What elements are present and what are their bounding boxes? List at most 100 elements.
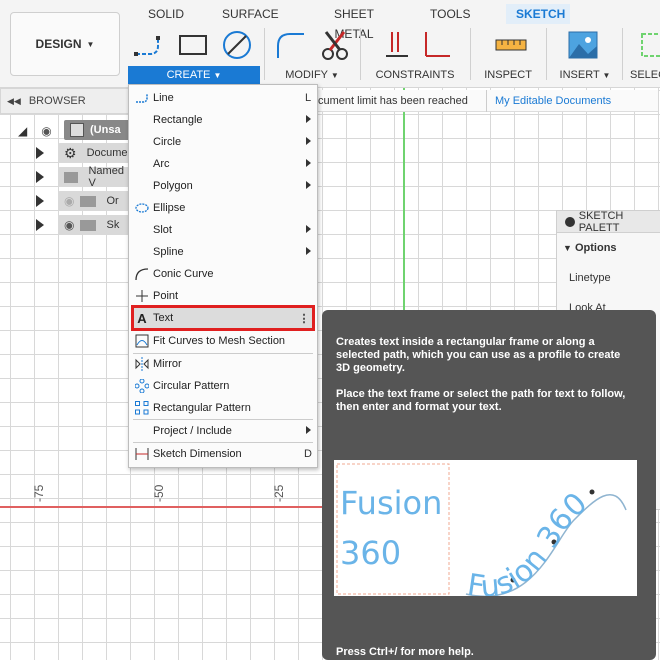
- expand-arrow-icon[interactable]: [36, 171, 44, 183]
- expand-down-icon[interactable]: ◢: [18, 124, 27, 138]
- perpendicular-constraint-icon[interactable]: [420, 28, 454, 62]
- separator: [622, 28, 623, 80]
- line-tool-icon[interactable]: [132, 28, 166, 62]
- menu-item-arc[interactable]: Arc: [129, 153, 317, 175]
- design-workspace-button[interactable]: DESIGN ▼: [10, 12, 120, 76]
- component-icon: [70, 123, 84, 137]
- select-menu-button[interactable]: SELEC: [630, 66, 660, 84]
- menu-item-polygon[interactable]: Polygon: [129, 175, 317, 197]
- separator: [264, 28, 265, 80]
- menu-item-conic-curve[interactable]: Conic Curve: [129, 263, 317, 285]
- browser-row[interactable]: [36, 214, 44, 236]
- coincident-constraint-icon[interactable]: [380, 28, 414, 62]
- gear-icon: ⚙: [64, 144, 77, 161]
- insert-menu-button[interactable]: INSERT ▼: [558, 66, 612, 84]
- browser-item-named-views[interactable]: Named V: [58, 165, 130, 189]
- visibility-eye-icon[interactable]: ◉: [41, 124, 51, 138]
- document-limit-notice: cument limit has been reached My Editabl…: [318, 89, 658, 112]
- menu-item-sketch-dimension[interactable]: Sketch Dimension D: [129, 443, 317, 465]
- sample-frame-text-line1: Fusion: [340, 484, 442, 522]
- insert-image-icon[interactable]: [566, 28, 600, 62]
- text-icon: A: [137, 310, 147, 326]
- tab-solid[interactable]: SOLID: [148, 4, 184, 24]
- ruler-label: -25: [272, 484, 286, 502]
- rectangular-pattern-icon: [135, 401, 149, 415]
- trim-scissors-icon[interactable]: [318, 28, 352, 62]
- text-sample-illustration: Fusion 360 Fusion 360: [336, 463, 627, 605]
- browser-item-sketches[interactable]: ◉ Sk: [58, 215, 130, 235]
- sketch-palette-header[interactable]: SKETCH PALETT: [557, 210, 660, 234]
- tab-tools[interactable]: TOOLS: [430, 4, 470, 24]
- browser-row[interactable]: [36, 166, 44, 188]
- tooltip-illustration: Fusion 360 Fusion 360: [334, 460, 637, 605]
- create-menu-button[interactable]: CREATE ▼: [128, 66, 260, 84]
- fillet-icon[interactable]: [274, 28, 308, 62]
- browser-item-document-settings[interactable]: ⚙ Docume: [58, 143, 130, 163]
- expand-arrow-icon[interactable]: [36, 195, 44, 207]
- menu-item-mirror[interactable]: Mirror: [129, 353, 317, 375]
- modify-menu-button[interactable]: MODIFY ▼: [282, 66, 342, 84]
- submenu-arrow-icon: [299, 224, 317, 236]
- circular-pattern-icon: [135, 379, 149, 393]
- measure-ruler-icon[interactable]: [494, 28, 528, 62]
- shortcut-label: D: [304, 448, 312, 460]
- browser-root-row[interactable]: ◢ ◉: [18, 120, 52, 142]
- more-options-icon[interactable]: ⋮: [295, 312, 313, 325]
- browser-item-origin[interactable]: ◉ Or: [58, 191, 130, 211]
- browser-item-root[interactable]: (Unsa: [64, 120, 130, 140]
- text-tool-tooltip: Creates text inside a rectangular frame …: [322, 310, 656, 660]
- ruler-label: -75: [32, 484, 46, 502]
- menu-item-point[interactable]: Point: [129, 285, 317, 307]
- ellipse-icon: [135, 201, 149, 215]
- folder-icon: [80, 195, 97, 207]
- collapse-icon[interactable]: ◀◀: [7, 96, 21, 107]
- browser-header[interactable]: ◀◀ BROWSER: [0, 88, 130, 114]
- submenu-arrow-icon: [299, 180, 317, 192]
- palette-row-linetype: Linetype: [569, 272, 611, 284]
- menu-item-text[interactable]: A Text ⋮: [131, 305, 315, 331]
- tab-surface[interactable]: SURFACE: [222, 4, 279, 24]
- separator: [360, 28, 361, 80]
- menu-item-project-include[interactable]: Project / Include: [129, 420, 317, 442]
- menu-item-circle[interactable]: Circle: [129, 131, 317, 153]
- tab-sketch[interactable]: SKETCH: [506, 4, 570, 24]
- inspect-menu-button[interactable]: INSPECT ▼: [480, 66, 536, 98]
- browser-row[interactable]: [36, 190, 44, 212]
- menu-item-rectangular-pattern[interactable]: Rectangular Pattern: [129, 397, 317, 419]
- separator: [470, 28, 471, 80]
- my-editable-documents-link[interactable]: My Editable Documents: [486, 89, 611, 112]
- menu-item-line[interactable]: Line L: [129, 87, 317, 109]
- sample-frame-text-line2: 360: [340, 534, 401, 572]
- menu-item-circular-pattern[interactable]: Circular Pattern: [129, 375, 317, 397]
- rectangle-tool-icon[interactable]: [176, 28, 210, 62]
- expand-arrow-icon[interactable]: [36, 147, 44, 159]
- constraints-menu-button[interactable]: CONSTRAINTS ▼: [372, 66, 458, 98]
- separator: [546, 28, 547, 80]
- sketch-dimension-icon: [135, 447, 149, 461]
- tooltip-help-hint: Press Ctrl+/ for more help.: [336, 646, 474, 658]
- visibility-eye-icon[interactable]: ◉: [64, 218, 74, 232]
- fit-curves-icon: [135, 334, 149, 348]
- options-section-header[interactable]: ▼ Options: [557, 233, 660, 263]
- submenu-arrow-icon: [299, 158, 317, 170]
- expand-arrow-icon[interactable]: [36, 219, 44, 231]
- create-dropdown-menu: Line L Rectangle Circle Arc Polygon Elli…: [128, 84, 318, 468]
- toolbar: DESIGN ▼ SOLID SURFACE SHEET METAL TOOLS…: [0, 0, 660, 98]
- browser-row[interactable]: [36, 142, 44, 164]
- menu-item-slot[interactable]: Slot: [129, 219, 317, 241]
- menu-item-ellipse[interactable]: Ellipse: [129, 197, 317, 219]
- menu-item-spline[interactable]: Spline: [129, 241, 317, 263]
- line-icon: [135, 91, 149, 105]
- circle-tool-icon[interactable]: [220, 28, 254, 62]
- tab-sheet-metal[interactable]: SHEET METAL: [316, 4, 392, 41]
- submenu-arrow-icon: [299, 114, 317, 126]
- hidden-eye-icon[interactable]: ◉: [64, 194, 74, 208]
- ruler-label: -50: [152, 484, 166, 502]
- menu-item-fit-curves[interactable]: Fit Curves to Mesh Section: [129, 330, 317, 352]
- select-icon[interactable]: [638, 28, 660, 62]
- browser-title: BROWSER: [28, 95, 86, 107]
- menu-item-rectangle[interactable]: Rectangle: [129, 109, 317, 131]
- shortcut-label: L: [304, 92, 312, 104]
- palette-collapse-icon[interactable]: [565, 216, 575, 227]
- submenu-arrow-icon: [299, 246, 317, 258]
